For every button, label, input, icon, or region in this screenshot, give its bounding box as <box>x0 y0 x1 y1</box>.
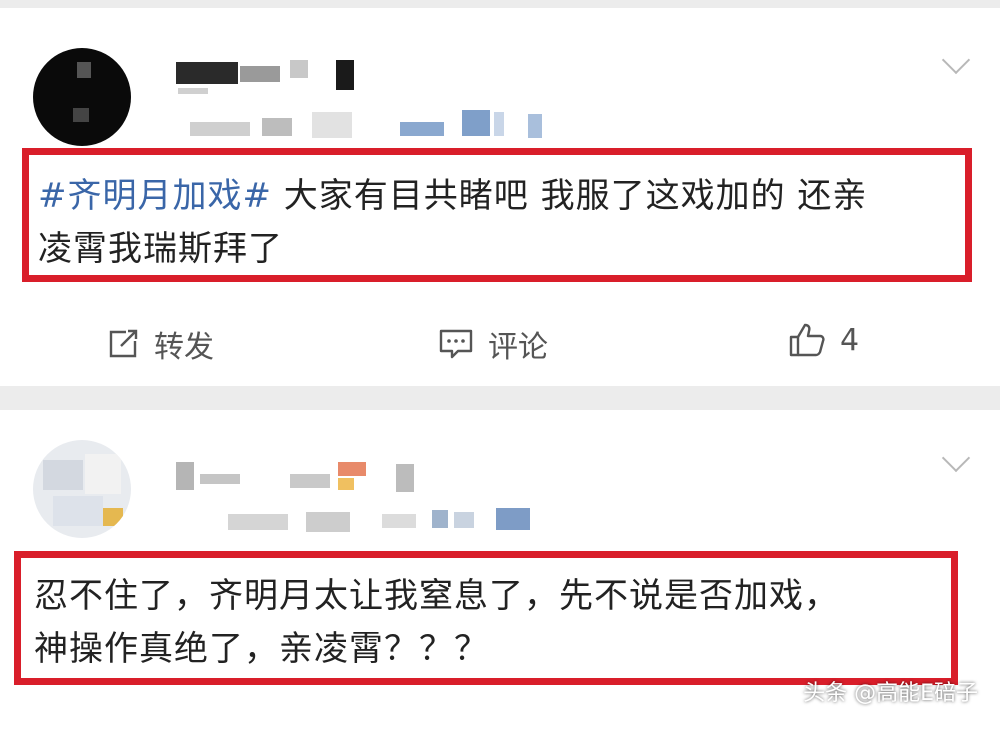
thumbs-up-icon <box>789 323 825 357</box>
post-text: #齐明月加戏# 大家有目共睹吧 我服了这戏加的 还亲 凌霄我瑞斯拜了 <box>38 170 958 276</box>
hashtag-link[interactable]: #齐明月加戏# <box>38 176 272 216</box>
comment-icon <box>439 329 473 359</box>
repost-icon <box>109 329 138 358</box>
like-button[interactable]: 4 <box>788 322 859 358</box>
repost-label: 转发 <box>154 330 214 365</box>
post-text-line-2: 凌霄我瑞斯拜了 <box>38 229 283 269</box>
watermark: 头条 @高能E碚子 <box>803 681 978 706</box>
post-text: 忍不住了，齐明月太让我窒息了，先不说是否加戏， 神操作真绝了，亲凌霄？？？ <box>34 570 954 676</box>
comment-button[interactable]: 评论 <box>438 322 548 366</box>
post-text-line-1: 忍不住了，齐明月太让我窒息了，先不说是否加戏， <box>34 576 839 616</box>
avatar[interactable] <box>33 440 131 538</box>
post-text-line-1: 大家有目共睹吧 我服了这戏加的 还亲 <box>271 176 868 216</box>
like-count: 4 <box>840 322 860 358</box>
post-text-line-2: 神操作真绝了，亲凌霄？？？ <box>34 629 489 669</box>
comment-label: 评论 <box>488 330 548 365</box>
repost-button[interactable]: 转发 <box>106 322 214 366</box>
avatar[interactable] <box>33 48 131 146</box>
